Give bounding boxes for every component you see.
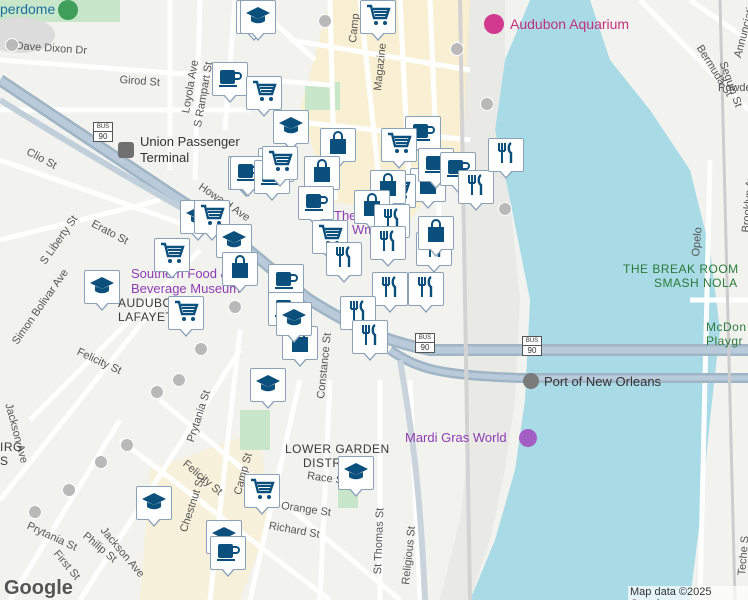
shopping-cart-icon xyxy=(251,79,277,108)
shopping-cart-marker[interactable] xyxy=(244,474,280,515)
coffee-marker[interactable] xyxy=(212,62,248,103)
poi-union-terminal-label[interactable]: Union Passenger xyxy=(140,134,240,149)
poi-union-terminal-label-2[interactable]: Terminal xyxy=(140,150,189,165)
transit-stop-icon[interactable] xyxy=(498,202,512,216)
street-label: St Thomas St xyxy=(372,507,387,575)
shopping-cart-marker[interactable] xyxy=(154,238,190,279)
transit-stop-icon[interactable] xyxy=(62,483,76,497)
coffee-marker[interactable] xyxy=(210,536,246,577)
port-icon[interactable] xyxy=(523,373,539,389)
poi-break-room-label[interactable]: THE BREAK ROOM xyxy=(623,262,739,276)
coffee-icon xyxy=(215,539,241,568)
coffee-icon xyxy=(303,189,329,218)
poi-mcdon-label[interactable]: McDon xyxy=(706,320,747,334)
restaurant-icon xyxy=(331,245,357,274)
graduation-cap-icon xyxy=(89,273,115,302)
shopping-cart-marker[interactable] xyxy=(168,296,204,337)
map-attribution[interactable]: Map data ©2025 Google xyxy=(628,586,748,600)
coffee-icon xyxy=(217,65,243,94)
mardi-gras-icon[interactable] xyxy=(519,429,537,447)
graduation-cap-icon xyxy=(245,3,271,32)
poi-mardi-gras-label[interactable]: Mardi Gras World xyxy=(405,430,507,445)
transit-stop-icon[interactable] xyxy=(450,42,464,56)
graduation-cap-marker[interactable] xyxy=(276,302,312,343)
transit-stop-icon[interactable] xyxy=(228,300,242,314)
transit-stop-icon[interactable] xyxy=(150,385,164,399)
graduation-cap-icon xyxy=(343,459,369,488)
restaurant-marker[interactable] xyxy=(372,272,408,313)
restaurant-icon xyxy=(357,323,383,352)
map-canvas[interactable]: Dave Dixon Dr Girod St Loyola Ave S Ramp… xyxy=(0,0,748,600)
neighborhood-lower-garden-label: LOWER GARDEN xyxy=(285,442,390,456)
restaurant-marker[interactable] xyxy=(488,138,524,179)
street-label: Powder St xyxy=(718,82,748,94)
restaurant-icon xyxy=(493,141,519,170)
shopping-bag-icon xyxy=(227,254,253,284)
restaurant-marker[interactable] xyxy=(370,226,406,267)
restaurant-icon xyxy=(413,275,439,304)
transit-stop-icon[interactable] xyxy=(94,455,108,469)
poi-aquarium-label[interactable]: Audubon Aquarium xyxy=(510,16,629,32)
restaurant-marker[interactable] xyxy=(326,242,362,283)
street-label: Opelo xyxy=(690,226,705,258)
restaurant-icon xyxy=(377,275,403,304)
graduation-cap-icon xyxy=(278,113,304,142)
shopping-cart-marker[interactable] xyxy=(381,128,417,169)
neighborhood-irish-label: IRG xyxy=(0,440,23,454)
poi-mcdon-label-2[interactable]: Playgr xyxy=(706,334,743,348)
shopping-bag-marker[interactable] xyxy=(418,216,454,257)
graduation-cap-marker[interactable] xyxy=(84,270,120,311)
transit-stop-icon[interactable] xyxy=(5,38,19,52)
transit-stop-icon[interactable] xyxy=(120,438,134,452)
poi-superdome-label[interactable]: perdome xyxy=(0,1,55,17)
shopping-cart-icon xyxy=(365,3,391,32)
restaurant-marker[interactable] xyxy=(352,320,388,361)
shopping-cart-icon xyxy=(249,477,275,506)
transit-stop-icon[interactable] xyxy=(28,505,42,519)
graduation-cap-marker[interactable] xyxy=(240,0,276,41)
graduation-cap-icon xyxy=(255,371,281,400)
shopping-bag-marker[interactable] xyxy=(222,252,258,293)
transit-stop-icon[interactable] xyxy=(194,342,208,356)
transit-stop-icon[interactable] xyxy=(480,97,494,111)
graduation-cap-icon xyxy=(141,489,167,518)
train-station-icon[interactable] xyxy=(118,142,134,158)
aquarium-icon[interactable] xyxy=(484,14,504,34)
shopping-cart-icon xyxy=(267,149,293,178)
restaurant-icon xyxy=(375,229,401,258)
transit-stop-icon[interactable] xyxy=(318,14,332,28)
neighborhood-irish-label-2: S xyxy=(0,454,9,468)
shopping-cart-marker[interactable] xyxy=(262,146,298,187)
graduation-cap-icon xyxy=(281,305,307,334)
shopping-cart-icon xyxy=(173,299,199,328)
graduation-cap-marker[interactable] xyxy=(136,486,172,527)
poi-break-room-label-2[interactable]: SMASH NOLA xyxy=(654,276,738,290)
graduation-cap-marker[interactable] xyxy=(250,368,286,409)
shopping-cart-icon xyxy=(159,241,185,270)
highway-shield: BUS 90 xyxy=(415,333,435,353)
highway-shield: BUS 90 xyxy=(522,336,542,356)
poi-port-label[interactable]: Port of New Orleans xyxy=(544,374,661,389)
transit-stop-icon[interactable] xyxy=(172,373,186,387)
highway-shield: BUS 90 xyxy=(93,122,113,142)
google-logo: Google xyxy=(4,577,73,599)
shopping-cart-icon xyxy=(386,131,412,160)
graduation-cap-marker[interactable] xyxy=(338,456,374,497)
graduation-cap-marker[interactable] xyxy=(273,110,309,151)
shopping-bag-icon xyxy=(423,218,449,248)
restaurant-icon xyxy=(463,173,489,202)
restaurant-marker[interactable] xyxy=(408,272,444,313)
poi-superdome-icon[interactable] xyxy=(58,0,78,20)
shopping-cart-marker[interactable] xyxy=(360,0,396,41)
shopping-bag-icon xyxy=(309,158,335,188)
